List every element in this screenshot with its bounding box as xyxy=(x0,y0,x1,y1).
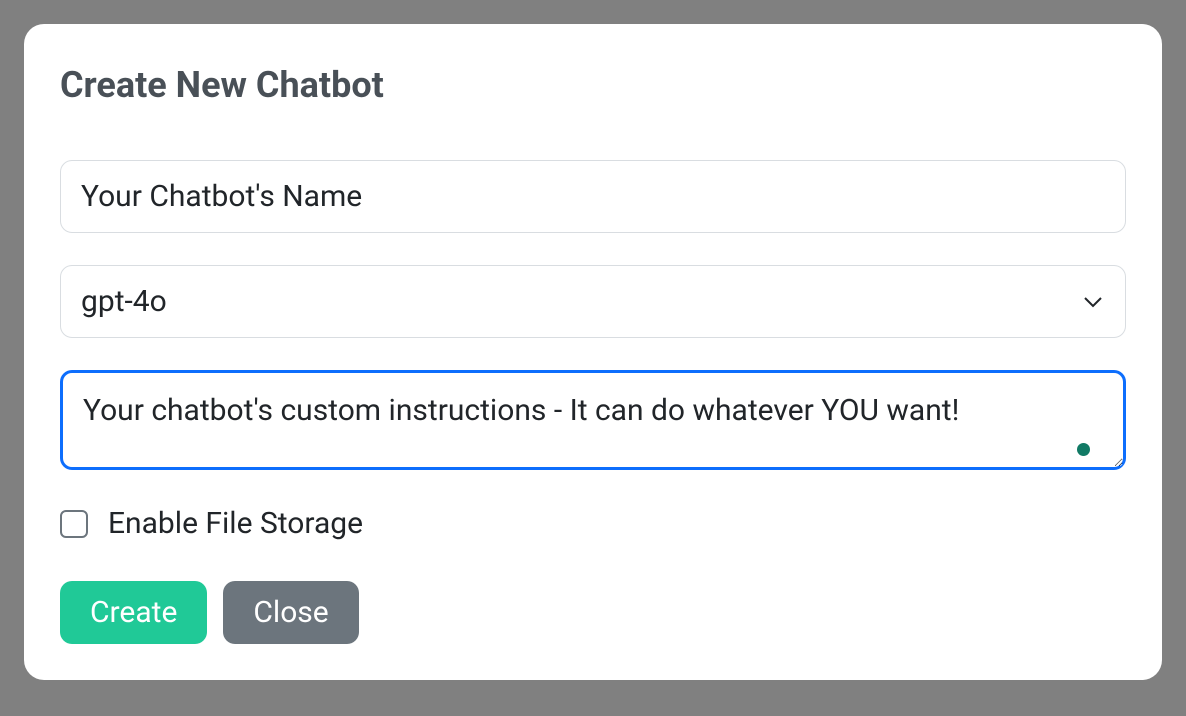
chatbot-name-input[interactable] xyxy=(60,160,1126,233)
create-button[interactable]: Create xyxy=(60,581,207,644)
instructions-field-group xyxy=(60,370,1126,474)
name-field-group xyxy=(60,160,1126,233)
create-chatbot-modal: Create New Chatbot gpt-4o Enable File St… xyxy=(24,24,1162,680)
file-storage-checkbox[interactable] xyxy=(60,510,88,538)
modal-title: Create New Chatbot xyxy=(60,64,1126,106)
model-field-group: gpt-4o xyxy=(60,265,1126,338)
file-storage-row: Enable File Storage xyxy=(60,506,1126,541)
file-storage-label[interactable]: Enable File Storage xyxy=(108,506,363,541)
instructions-wrap xyxy=(60,370,1126,474)
button-row: Create Close xyxy=(60,581,1126,644)
model-select-wrap: gpt-4o xyxy=(60,265,1126,338)
status-dot-icon xyxy=(1077,443,1090,456)
model-select[interactable]: gpt-4o xyxy=(60,265,1126,338)
close-button[interactable]: Close xyxy=(223,581,358,644)
instructions-textarea[interactable] xyxy=(60,370,1126,470)
